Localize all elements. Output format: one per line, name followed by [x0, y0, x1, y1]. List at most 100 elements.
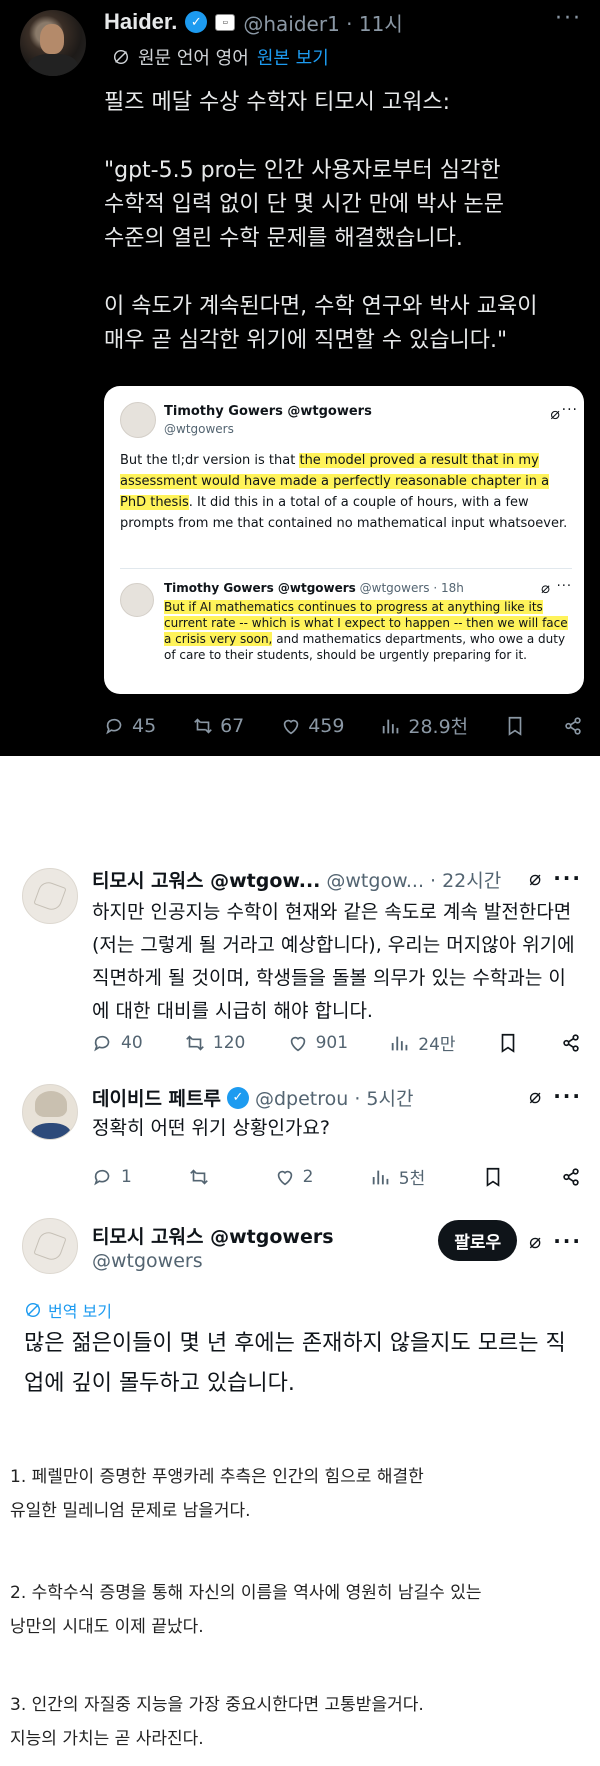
translate-label: 번역 보기 [48, 1302, 112, 1321]
quote-avatar [120, 402, 156, 438]
bookmark-icon [501, 1033, 515, 1053]
avatar[interactable] [22, 1218, 78, 1274]
note-item: 3. 인간의 자질중 지능을 가장 중요시한다면 고통받을거다. 지능의 가치는… [10, 1695, 424, 1749]
nested-avatar [120, 583, 154, 617]
reply-header: 데이비드 페트루 ✓ @dpetrou · 5시간 [92, 1084, 413, 1111]
bookmark-button[interactable] [482, 1166, 504, 1188]
nested-meta: @wtgowers · 18h [359, 581, 464, 595]
note-item: 1. 페렐만이 증명한 푸앵카레 추측은 인간의 힘으로 해결한 유일한 밀레니… [10, 1467, 424, 1521]
reply-icon [94, 1169, 110, 1185]
note-item: 2. 수학수식 증명을 통해 자신의 이름을 역사에 영원히 남길수 있는 낭만… [10, 1583, 482, 1637]
reply-count: 40 [121, 1032, 143, 1053]
quote-body-text: But the tl;dr version is that [120, 453, 300, 468]
share-icon [563, 1033, 579, 1052]
views-icon [383, 719, 399, 733]
quote-author-name: Timothy Gowers @wtgowers [164, 404, 372, 419]
author-name[interactable]: Haider. [104, 9, 177, 35]
heart-icon [277, 1170, 292, 1185]
reply-icon [94, 1035, 110, 1051]
author-handle: @haider1 · 11시 [243, 11, 403, 36]
like-button[interactable]: 2 [274, 1166, 314, 1188]
heart-icon [290, 1036, 305, 1051]
more-options-icon[interactable]: ··· [562, 402, 578, 418]
nested-body: But if AI mathematics continues to progr… [164, 599, 574, 663]
tweet-text: 필즈 메달 수상 수학자 티모시 고워스: "gpt-5.5 pro는 인간 사… [104, 90, 538, 353]
share-icon [565, 716, 581, 735]
bookmark-button[interactable] [497, 1032, 519, 1054]
share-button[interactable] [562, 715, 584, 737]
grok-icon[interactable]: ⌀ [541, 579, 550, 597]
more-options-icon[interactable]: ··· [553, 866, 582, 890]
more-options-icon[interactable]: ··· [553, 1229, 582, 1253]
reply-meta: @wtgowers [92, 1250, 203, 1272]
reply-count: 45 [132, 714, 157, 737]
reply-button[interactable]: 40 [92, 1032, 143, 1054]
repost-button[interactable]: 120 [184, 1032, 245, 1054]
translate-link[interactable]: 번역 보기 [24, 1298, 112, 1322]
reply-tools: ⌀ ··· [529, 1084, 582, 1108]
author-row: Haider. ✓ ▭ @haider1 · 11시 [104, 8, 403, 36]
repost-button[interactable]: 67 [192, 715, 244, 737]
follow-button[interactable]: 팔로우 [438, 1220, 518, 1261]
more-options-icon[interactable]: ··· [557, 579, 572, 594]
bookmark-button[interactable] [504, 715, 526, 737]
translate-icon [25, 1302, 41, 1318]
repost-button[interactable] [188, 1166, 217, 1188]
reply-text: 정확히 어떤 위기 상황인가요? [92, 1117, 330, 1139]
reply-author-name[interactable]: 데이비드 페트루 [92, 1084, 221, 1111]
view-count: 28.9천 [408, 716, 469, 738]
main-tweet: Haider. ✓ ▭ @haider1 · 11시 ··· 원문 언어 영어 … [0, 0, 600, 756]
more-options-icon[interactable]: ··· [553, 1084, 582, 1108]
avatar[interactable] [22, 1084, 78, 1140]
share-button[interactable] [560, 1032, 582, 1054]
more-options-icon[interactable]: ··· [555, 6, 582, 31]
reply-handle-row: @wtgowers [92, 1250, 203, 1272]
reply-button[interactable]: 1 [92, 1166, 132, 1188]
views-icon [372, 1170, 389, 1184]
quote-author-handle: @wtgowers [164, 422, 234, 436]
avatar[interactable] [22, 868, 78, 924]
quote-body: But the tl;dr version is that the model … [120, 450, 572, 534]
views-button[interactable]: 5천 [370, 1164, 425, 1189]
avatar[interactable] [20, 10, 86, 76]
show-original-link[interactable]: 원본 보기 [257, 44, 329, 70]
bookmark-icon [508, 716, 522, 736]
like-count: 901 [315, 1032, 349, 1053]
grok-icon[interactable]: ⌀ [550, 404, 560, 423]
reply-actions: 40 120 901 24만 [92, 1030, 582, 1055]
quoted-tweet-card[interactable]: Timothy Gowers @wtgowers @wtgowers ⌀ ···… [104, 386, 584, 694]
repost-icon [190, 1168, 209, 1185]
verified-badge-icon: ✓ [185, 11, 208, 33]
grok-icon[interactable]: ⌀ [529, 1084, 541, 1108]
nested-author: Timothy Gowers @wtgowers @wtgowers · 18h [164, 581, 464, 595]
nested-author-name: Timothy Gowers @wtgowers [164, 581, 356, 595]
reply-button[interactable]: 45 [104, 715, 156, 737]
share-button[interactable] [560, 1166, 582, 1188]
reply-header: 티모시 고워스 @wtgow... @wtgow... · 22시간 [92, 866, 501, 893]
share-icon [563, 1167, 579, 1186]
like-button[interactable]: 459 [280, 715, 344, 737]
reply-text: 하지만 인공지능 수학이 현재와 같은 속도로 계속 발전한다면 (저는 그렇게… [92, 901, 575, 1022]
view-count: 24만 [418, 1035, 456, 1055]
repost-count: 120 [212, 1032, 246, 1053]
reply-meta: @dpetrou · 5시간 [254, 1088, 414, 1110]
views-icon [392, 1036, 408, 1050]
reply-tools: ⌀ ··· [529, 866, 582, 890]
translation-notice: 원문 언어 영어 원본 보기 [112, 44, 329, 70]
translate-label: 원문 언어 영어 [138, 48, 249, 69]
like-button[interactable]: 901 [287, 1032, 348, 1054]
repost-count: 67 [220, 714, 245, 737]
translate-icon [113, 49, 129, 65]
grok-icon[interactable]: ⌀ [529, 1229, 541, 1253]
like-count: 2 [302, 1166, 314, 1187]
grok-icon[interactable]: ⌀ [529, 866, 541, 890]
reply-tools: 팔로우 ⌀ ··· [438, 1220, 582, 1261]
reply-author-name[interactable]: 티모시 고워스 @wtgowers [92, 1222, 334, 1249]
views-button[interactable]: 24만 [389, 1030, 456, 1055]
view-count: 5천 [398, 1169, 426, 1189]
views-button[interactable]: 28.9천 [380, 712, 468, 739]
like-count: 459 [308, 714, 345, 737]
reply-author-name[interactable]: 티모시 고워스 @wtgow... [92, 866, 320, 893]
heart-icon [283, 719, 299, 734]
bookmark-icon [486, 1167, 499, 1187]
